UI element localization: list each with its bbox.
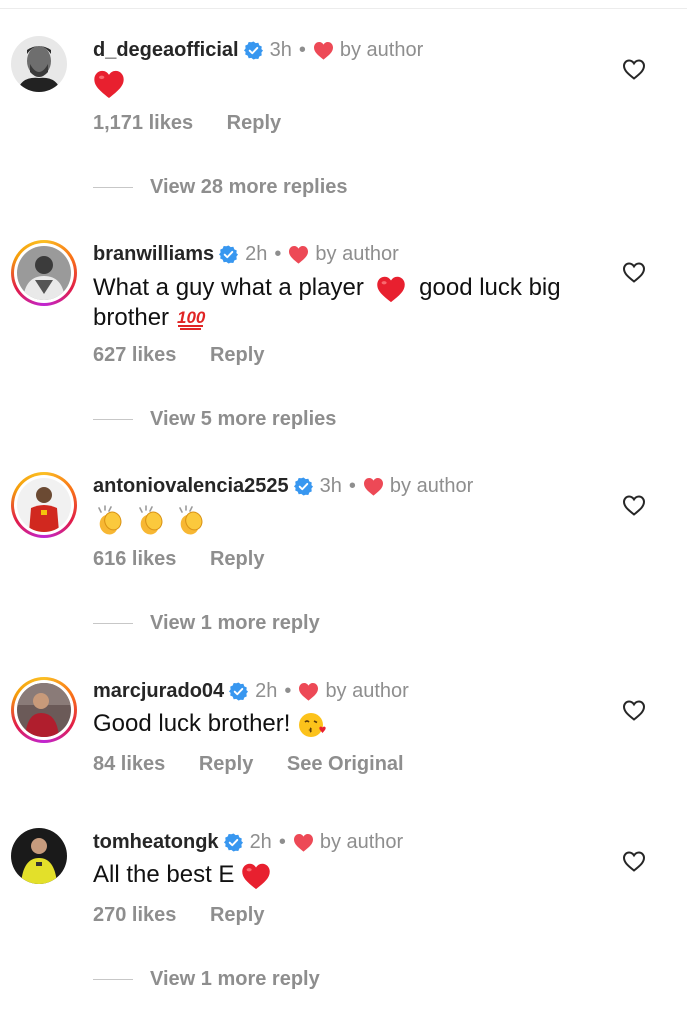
red-heart-emoji — [377, 276, 406, 302]
face-blowing-kiss-emoji — [299, 712, 326, 737]
separator-dot: • — [278, 831, 286, 853]
comment-text: What a guy what a player good luck big b… — [93, 273, 593, 332]
reply-button[interactable]: Reply — [210, 344, 264, 366]
top-divider — [0, 8, 687, 9]
liked-by-author-label: by author — [389, 475, 474, 497]
comment-text — [93, 68, 603, 99]
likes-count[interactable]: 627 likes — [93, 344, 176, 366]
comment-text-part: Good luck brother! — [93, 710, 298, 737]
comment-text — [93, 504, 603, 536]
liked-by-author-label: by author — [325, 680, 409, 702]
clapping-hands-emoji — [98, 505, 122, 535]
red-heart-icon — [293, 833, 313, 852]
red-heart-icon — [313, 41, 333, 60]
comment-actions: 1,171 likes Reply — [93, 112, 309, 135]
avatar — [17, 683, 71, 737]
red-heart-icon — [363, 477, 383, 496]
heart-outline-icon[interactable] — [622, 850, 646, 872]
verified-badge-icon — [293, 476, 313, 496]
comment-header: marcjurado04 2h • by author — [93, 678, 409, 704]
reply-button[interactable]: Reply — [227, 112, 281, 134]
separator-dot: • — [284, 680, 292, 702]
comment-header: d_degeaofficial 3h • by author — [93, 37, 423, 63]
comment-time: 2h — [255, 680, 278, 702]
comment-actions: 627 likes Reply — [93, 344, 292, 367]
reply-button[interactable]: Reply — [199, 753, 253, 775]
hundred-points-emoji: 100 — [177, 308, 206, 331]
clapping-hands-emoji — [138, 505, 163, 535]
avatar[interactable] — [11, 36, 67, 92]
svg-text:100: 100 — [177, 308, 206, 327]
replies-divider — [93, 623, 133, 624]
view-replies-button[interactable]: View 1 more reply — [93, 968, 320, 991]
comment-time: 2h — [249, 831, 272, 853]
replies-divider — [93, 187, 133, 188]
verified-badge-icon — [229, 681, 249, 701]
avatar — [17, 478, 71, 532]
verified-badge-icon — [219, 244, 239, 264]
comment-actions: 270 likes Reply — [93, 904, 292, 927]
view-replies-button[interactable]: View 28 more replies — [93, 176, 348, 199]
verified-badge-icon — [243, 40, 263, 60]
separator-dot: • — [274, 243, 282, 265]
username[interactable]: d_degeaofficial — [93, 37, 239, 63]
comment-time: 3h — [319, 475, 342, 497]
username[interactable]: marcjurado04 — [93, 678, 224, 704]
comment-actions: 84 likes Reply See Original — [93, 753, 432, 776]
red-heart-emoji — [242, 863, 270, 889]
comment-header: tomheatongk 2h • by author — [93, 829, 403, 855]
avatar-story-ring[interactable] — [11, 472, 77, 538]
comment-header: branwilliams 2h • by author — [93, 241, 399, 267]
avatar-story-ring[interactable] — [11, 677, 77, 743]
comment-time: 2h — [245, 243, 268, 265]
comment-time: 3h — [269, 39, 292, 61]
username[interactable]: tomheatongk — [93, 829, 219, 855]
avatar — [17, 246, 71, 300]
comment-text-part: What a guy what a player — [93, 274, 364, 301]
view-replies-label: View 1 more reply — [150, 968, 320, 990]
comment-text: All the best E — [93, 860, 603, 890]
username[interactable]: branwilliams — [93, 241, 214, 267]
liked-by-author-label: by author — [339, 39, 424, 61]
heart-outline-icon[interactable] — [622, 58, 646, 80]
reply-button[interactable]: Reply — [210, 548, 264, 570]
likes-count[interactable]: 270 likes — [93, 904, 176, 926]
likes-count[interactable]: 1,171 likes — [93, 112, 193, 134]
view-replies-label: View 1 more reply — [150, 612, 320, 634]
red-heart-icon — [289, 245, 309, 264]
clapping-hands-emoji — [179, 505, 203, 535]
reply-button[interactable]: Reply — [210, 904, 264, 926]
liked-by-author-label: by author — [319, 831, 404, 853]
view-replies-button[interactable]: View 1 more reply — [93, 612, 320, 635]
view-replies-label: View 28 more replies — [150, 176, 348, 198]
separator-dot: • — [348, 475, 356, 497]
heart-outline-icon[interactable] — [622, 699, 646, 721]
separator-dot: • — [298, 39, 306, 61]
likes-count[interactable]: 84 likes — [93, 753, 165, 775]
comment-actions: 616 likes Reply — [93, 548, 292, 571]
avatar[interactable] — [11, 828, 67, 884]
replies-divider — [93, 979, 133, 980]
heart-outline-icon[interactable] — [622, 494, 646, 516]
liked-by-author-label: by author — [315, 243, 399, 265]
red-heart-emoji — [94, 70, 124, 98]
view-replies-button[interactable]: View 5 more replies — [93, 408, 336, 431]
comment-text: Good luck brother! — [93, 709, 603, 740]
view-replies-label: View 5 more replies — [150, 408, 337, 430]
red-heart-icon — [299, 682, 319, 701]
heart-outline-icon[interactable] — [622, 261, 646, 283]
avatar-story-ring[interactable] — [11, 240, 77, 306]
likes-count[interactable]: 616 likes — [93, 548, 176, 570]
comment-text-part: All the best E — [93, 861, 242, 888]
replies-divider — [93, 419, 133, 420]
username[interactable]: antoniovalencia2525 — [93, 473, 289, 499]
see-original-button[interactable]: See Original — [287, 753, 404, 775]
verified-badge-icon — [223, 832, 243, 852]
comment-header: antoniovalencia2525 3h • by author — [93, 473, 473, 499]
